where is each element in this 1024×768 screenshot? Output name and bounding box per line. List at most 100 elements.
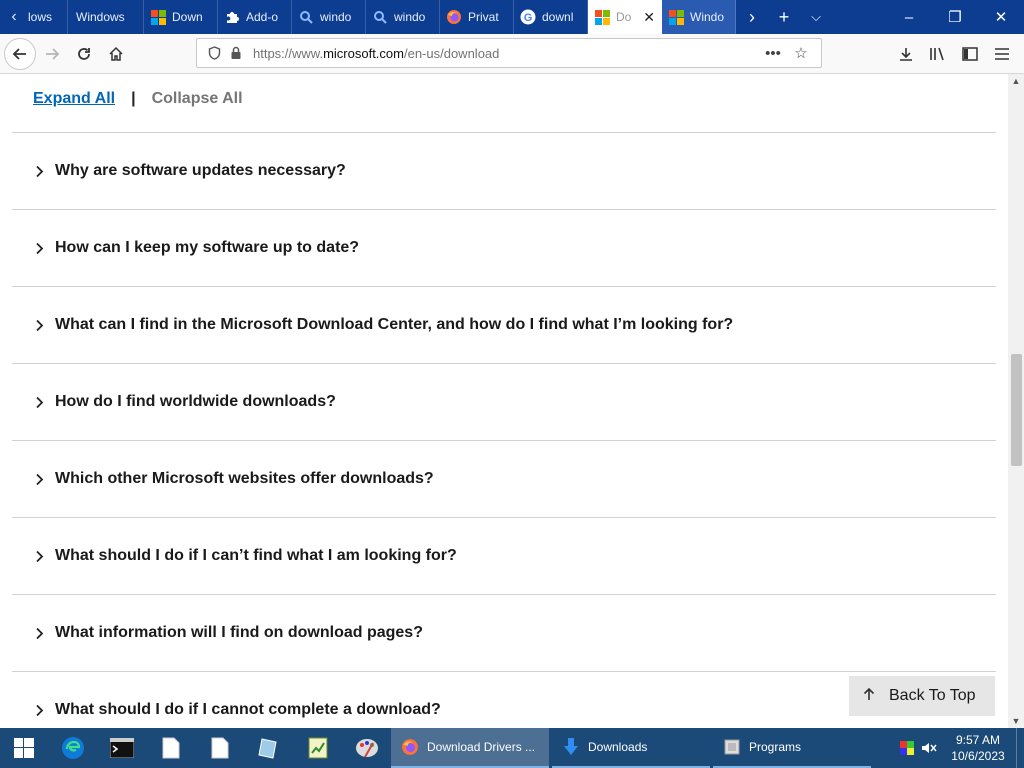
notebook-icon <box>257 738 277 759</box>
lock-icon[interactable] <box>225 46 247 60</box>
menu-button[interactable] <box>986 38 1018 70</box>
new-tab-icon[interactable]: + <box>768 0 800 34</box>
microsoft-logo-icon <box>594 9 610 25</box>
taskbar-app-label: Programs <box>749 740 802 754</box>
separator: | <box>131 90 136 107</box>
tab-2[interactable]: Windows <box>68 0 144 34</box>
chevron-right-icon <box>32 704 46 717</box>
faq-item[interactable]: What should I do if I can’t find what I … <box>12 517 996 594</box>
scroll-up-icon[interactable]: ▲ <box>1008 74 1024 88</box>
tracking-protection-shield-icon[interactable] <box>203 46 225 60</box>
tab-label: Privat <box>468 10 499 24</box>
spreadsheet-taskbar-button[interactable] <box>293 728 342 768</box>
taskbar-app-downloads[interactable]: Downloads <box>552 728 710 768</box>
windows-logo-icon <box>14 738 34 758</box>
start-button[interactable] <box>0 728 48 768</box>
tab-6[interactable]: windo <box>366 0 440 34</box>
volume-muted-icon[interactable] <box>918 741 940 755</box>
forward-button[interactable] <box>36 38 68 70</box>
library-icon <box>930 47 944 61</box>
notebook-taskbar-button[interactable] <box>244 728 293 768</box>
paint-taskbar-button[interactable] <box>342 728 391 768</box>
google-icon: G <box>520 9 536 25</box>
windows-taskbar: Download Drivers ... Downloads Programs … <box>0 728 1024 768</box>
faq-question: What should I do if I can’t find what I … <box>55 547 457 564</box>
restore-icon[interactable]: ❐ <box>932 0 978 34</box>
url-text[interactable]: https://www.microsoft.com/en-us/download <box>247 46 759 61</box>
clock[interactable]: 9:57 AM 10/6/2023 <box>940 732 1016 764</box>
reload-button[interactable] <box>68 38 100 70</box>
sidebar-icon <box>962 47 978 61</box>
tab-label: windo <box>320 10 352 24</box>
library-button[interactable] <box>922 38 954 70</box>
faq-item[interactable]: What information will I find on download… <box>12 594 996 671</box>
document-icon <box>162 737 179 759</box>
reload-icon <box>78 47 90 60</box>
close-window-icon[interactable]: ✕ <box>978 0 1024 34</box>
tab-1[interactable]: lows <box>28 0 68 34</box>
tab-3[interactable]: Down <box>144 0 218 34</box>
tab-scroll-right-icon[interactable]: › <box>736 0 768 34</box>
edge-taskbar-button[interactable] <box>48 728 97 768</box>
tab-10[interactable]: Windo <box>662 0 736 34</box>
color-picker-tray-icon[interactable] <box>896 741 918 755</box>
tab-label: windo <box>394 10 426 24</box>
minimize-icon[interactable]: – <box>886 0 932 34</box>
microsoft-logo-icon <box>668 9 684 25</box>
taskbar-app-firefox[interactable]: Download Drivers ... <box>391 728 549 768</box>
hamburger-menu-icon <box>995 48 1009 60</box>
download-arrow-icon <box>562 738 580 756</box>
faq-item[interactable]: What can I find in the Microsoft Downloa… <box>12 286 996 363</box>
faq-question: How do I find worldwide downloads? <box>55 393 336 410</box>
taskbar-app-programs[interactable]: Programs <box>713 728 871 768</box>
system-tray: 9:57 AM 10/6/2023 <box>896 728 1024 768</box>
scrollbar-thumb[interactable] <box>1011 354 1022 466</box>
tab-scroll-left-icon[interactable]: ‹ <box>0 0 28 34</box>
tab-5[interactable]: windo <box>292 0 366 34</box>
scroll-down-icon[interactable]: ▼ <box>1008 714 1024 728</box>
page-actions-icon[interactable]: ••• <box>759 45 787 62</box>
vertical-scrollbar[interactable]: ▲ ▼ <box>1008 74 1024 728</box>
forward-arrow-icon <box>46 47 60 60</box>
terminal-icon <box>109 738 134 758</box>
expand-all-link[interactable]: Expand All <box>33 90 115 108</box>
chevron-right-icon <box>32 396 46 409</box>
back-button[interactable] <box>4 37 36 70</box>
downloads-button[interactable] <box>890 38 922 70</box>
document-taskbar-button[interactable] <box>195 728 244 768</box>
chevron-right-icon <box>32 319 46 332</box>
clock-time: 9:57 AM <box>955 733 1001 747</box>
home-button[interactable] <box>100 38 132 70</box>
faq-accordion: Why are software updates necessary? How … <box>12 132 996 728</box>
bookmark-star-icon[interactable]: ☆ <box>787 44 815 62</box>
tab-8[interactable]: G downl <box>514 0 588 34</box>
tab-4[interactable]: Add-o <box>218 0 292 34</box>
chevron-right-icon <box>32 165 46 178</box>
document-taskbar-button[interactable] <box>146 728 195 768</box>
tab-label: Windows <box>76 10 125 24</box>
tab-label: Down <box>172 10 203 24</box>
back-to-top-button[interactable]: Back To Top <box>849 676 995 716</box>
faq-item[interactable]: How do I find worldwide downloads? <box>12 363 996 440</box>
faq-question: What information will I find on download… <box>55 624 423 641</box>
faq-item[interactable]: Why are software updates necessary? <box>12 132 996 209</box>
faq-item[interactable]: Which other Microsoft websites offer dow… <box>12 440 996 517</box>
tab-7[interactable]: Privat <box>440 0 514 34</box>
address-bar[interactable]: https://www.microsoft.com/en-us/download… <box>196 38 822 68</box>
list-all-tabs-icon[interactable]: ⌵ <box>800 0 832 34</box>
sidebar-toggle-button[interactable] <box>954 38 986 70</box>
navigation-toolbar: https://www.microsoft.com/en-us/download… <box>0 34 1024 74</box>
tab-label: downl <box>542 10 574 24</box>
faq-item[interactable]: How can I keep my software up to date? <box>12 209 996 286</box>
paint-palette-icon <box>355 739 378 758</box>
puzzle-piece-icon <box>224 9 240 25</box>
document-icon <box>211 737 228 759</box>
faq-question: Why are software updates necessary? <box>55 162 346 179</box>
terminal-taskbar-button[interactable] <box>97 728 146 768</box>
tab-active[interactable]: Do ✕ <box>588 0 662 34</box>
arrow-up-icon <box>863 687 875 706</box>
show-desktop-button[interactable] <box>1016 728 1024 768</box>
close-tab-icon[interactable]: ✕ <box>643 9 655 26</box>
collapse-all-link[interactable]: Collapse All <box>152 90 243 108</box>
search-icon <box>372 9 388 25</box>
